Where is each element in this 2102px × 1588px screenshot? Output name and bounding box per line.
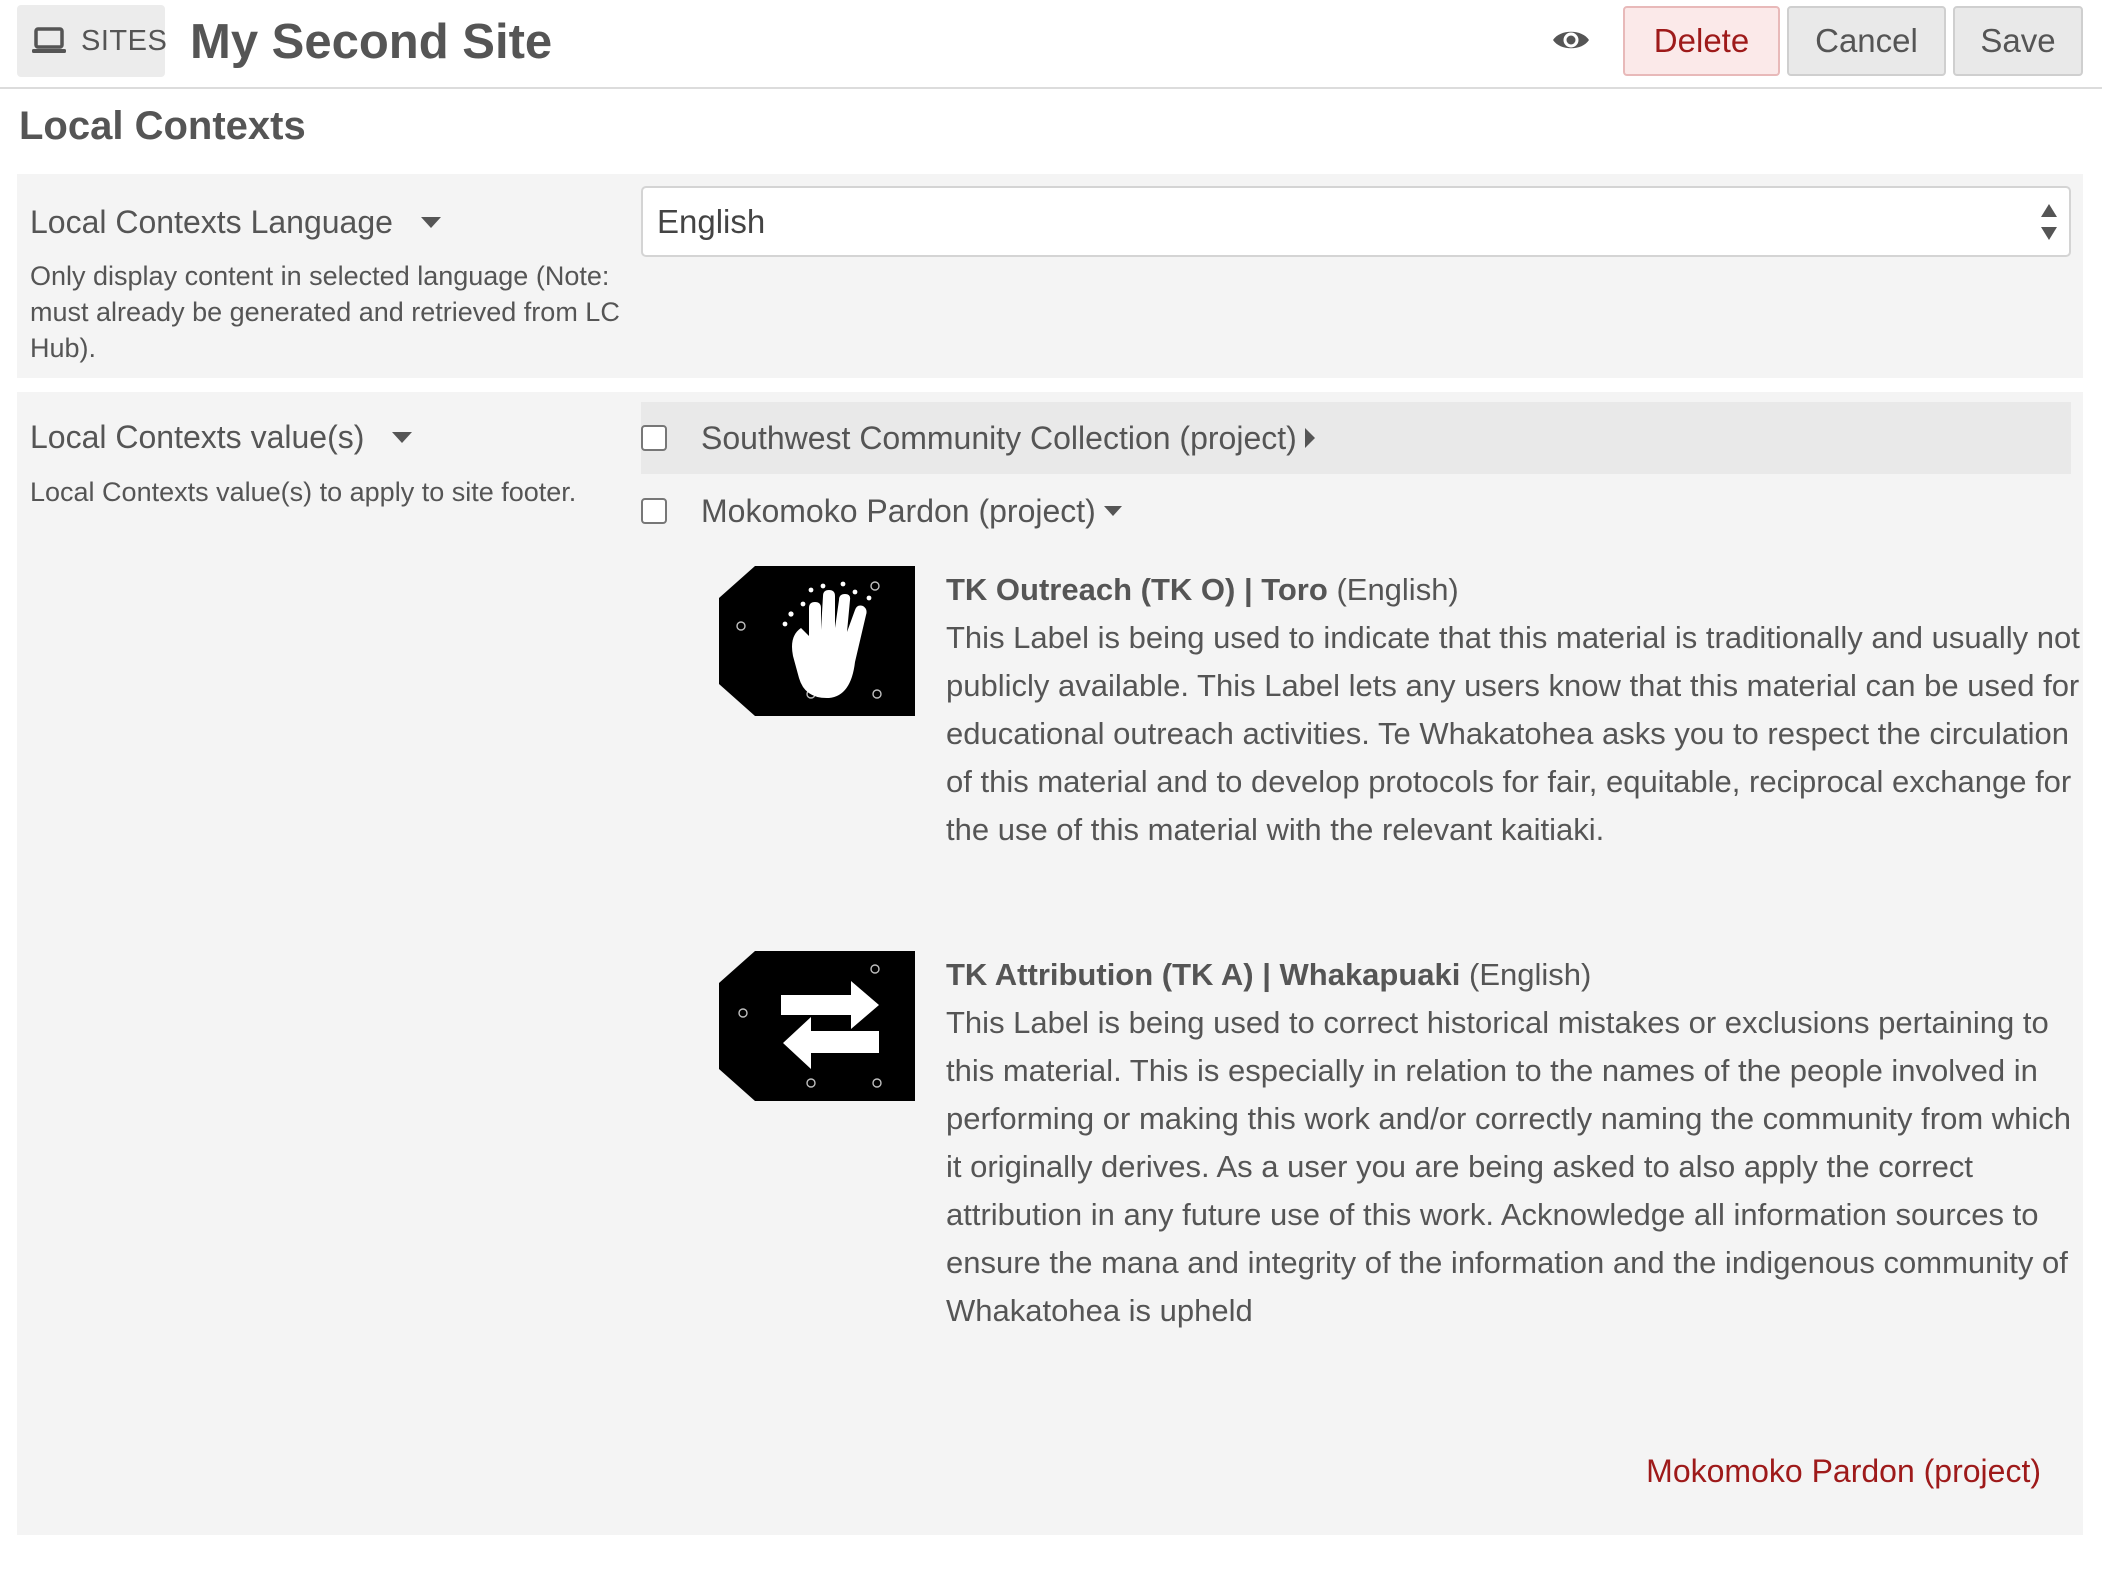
laptop-icon bbox=[31, 26, 67, 56]
tk-attribution-arrows-icon bbox=[719, 951, 915, 1101]
lc-label-title-line: TK Outreach (TK O) | Toro (English) bbox=[946, 566, 2086, 614]
language-field-panel: Local Contexts Language Only display con… bbox=[17, 174, 2083, 378]
values-field-label[interactable]: Local Contexts value(s) bbox=[30, 419, 413, 456]
lc-label-language: (English) bbox=[1469, 957, 1592, 992]
preview-button[interactable] bbox=[1551, 24, 1591, 60]
lc-label-text: TK Outreach (TK O) | Toro (English) This… bbox=[946, 566, 2086, 854]
lc-label-title-line: TK Attribution (TK A) | Whakapuaki (Engl… bbox=[946, 951, 2086, 999]
chevron-down-icon bbox=[1103, 506, 1122, 516]
values-field-help: Local Contexts value(s) to apply to site… bbox=[30, 477, 577, 507]
chevron-right-icon bbox=[1304, 428, 1315, 448]
lc-label-description: This Label is being used to indicate tha… bbox=[946, 620, 2080, 847]
project-footer-link[interactable]: Mokomoko Pardon (project) bbox=[1646, 1453, 2041, 1490]
eye-icon bbox=[1552, 27, 1590, 58]
project-row[interactable]: Southwest Community Collection (project) bbox=[641, 402, 2071, 474]
save-button[interactable]: Save bbox=[1953, 6, 2083, 76]
lc-label-language: (English) bbox=[1336, 572, 1459, 607]
language-select[interactable]: English bbox=[641, 186, 2071, 257]
language-field-help: Only display content in selected languag… bbox=[30, 261, 620, 363]
top-bar: SITES My Second Site Delete Cancel Save bbox=[0, 0, 2102, 89]
lc-label-description: This Label is being used to correct hist… bbox=[946, 1005, 2072, 1328]
chevron-down-icon bbox=[392, 432, 413, 443]
lc-label-title: TK Outreach (TK O) | Toro bbox=[946, 572, 1328, 607]
project-name: Mokomoko Pardon (project) bbox=[701, 492, 1096, 529]
delete-button[interactable]: Delete bbox=[1623, 6, 1780, 76]
tk-outreach-hand-icon bbox=[719, 566, 915, 716]
sites-button[interactable]: SITES bbox=[17, 5, 168, 77]
project-name: Southwest Community Collection (project) bbox=[701, 419, 1297, 456]
values-field-label-text: Local Contexts value(s) bbox=[30, 419, 365, 455]
project-checkbox[interactable] bbox=[641, 498, 667, 524]
lc-label-item: TK Outreach (TK O) | Toro (English) This… bbox=[719, 566, 2080, 856]
language-select-value: English bbox=[657, 202, 766, 240]
chevron-down-icon bbox=[420, 217, 441, 228]
project-row[interactable]: Mokomoko Pardon (project) bbox=[641, 475, 2071, 547]
language-field-label[interactable]: Local Contexts Language bbox=[30, 204, 441, 241]
lc-label-text: TK Attribution (TK A) | Whakapuaki (Engl… bbox=[946, 951, 2086, 1335]
select-arrows-icon bbox=[2041, 204, 2057, 240]
values-field-panel: Local Contexts value(s) Local Contexts v… bbox=[17, 392, 2083, 1535]
page-title: My Second Site bbox=[190, 15, 553, 69]
sites-label: SITES bbox=[81, 24, 168, 57]
project-checkbox[interactable] bbox=[641, 425, 667, 451]
lc-label-item: TK Attribution (TK A) | Whakapuaki (Engl… bbox=[719, 951, 2079, 1391]
language-field-label-text: Local Contexts Language bbox=[30, 204, 393, 240]
cancel-button[interactable]: Cancel bbox=[1787, 6, 1946, 76]
section-heading: Local Contexts bbox=[19, 104, 306, 148]
lc-label-title: TK Attribution (TK A) | Whakapuaki bbox=[946, 957, 1461, 992]
